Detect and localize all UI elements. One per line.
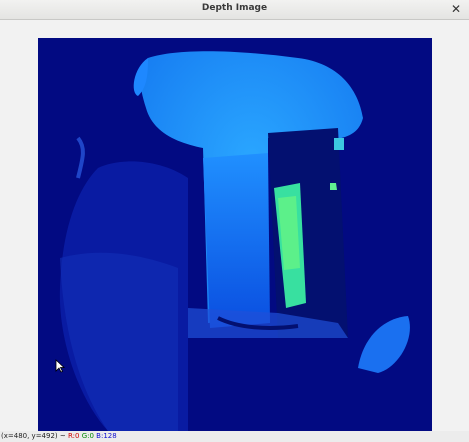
pixel-coords: (x=480, y=492) ~: [1, 432, 66, 440]
mouse-pointer-icon: [55, 359, 65, 373]
status-bar: (x=480, y=492) ~ R:0 G:0 B:128: [0, 431, 469, 442]
pixel-blue-value: B:128: [96, 432, 117, 440]
image-view[interactable]: [0, 20, 469, 431]
depth-image[interactable]: [38, 38, 432, 431]
pixel-green-value: G:0: [81, 432, 94, 440]
window-titlebar[interactable]: Depth Image ✕: [0, 0, 469, 20]
pixel-red-value: R:0: [67, 432, 80, 440]
window-title: Depth Image: [201, 3, 268, 13]
close-icon[interactable]: ✕: [448, 1, 464, 17]
